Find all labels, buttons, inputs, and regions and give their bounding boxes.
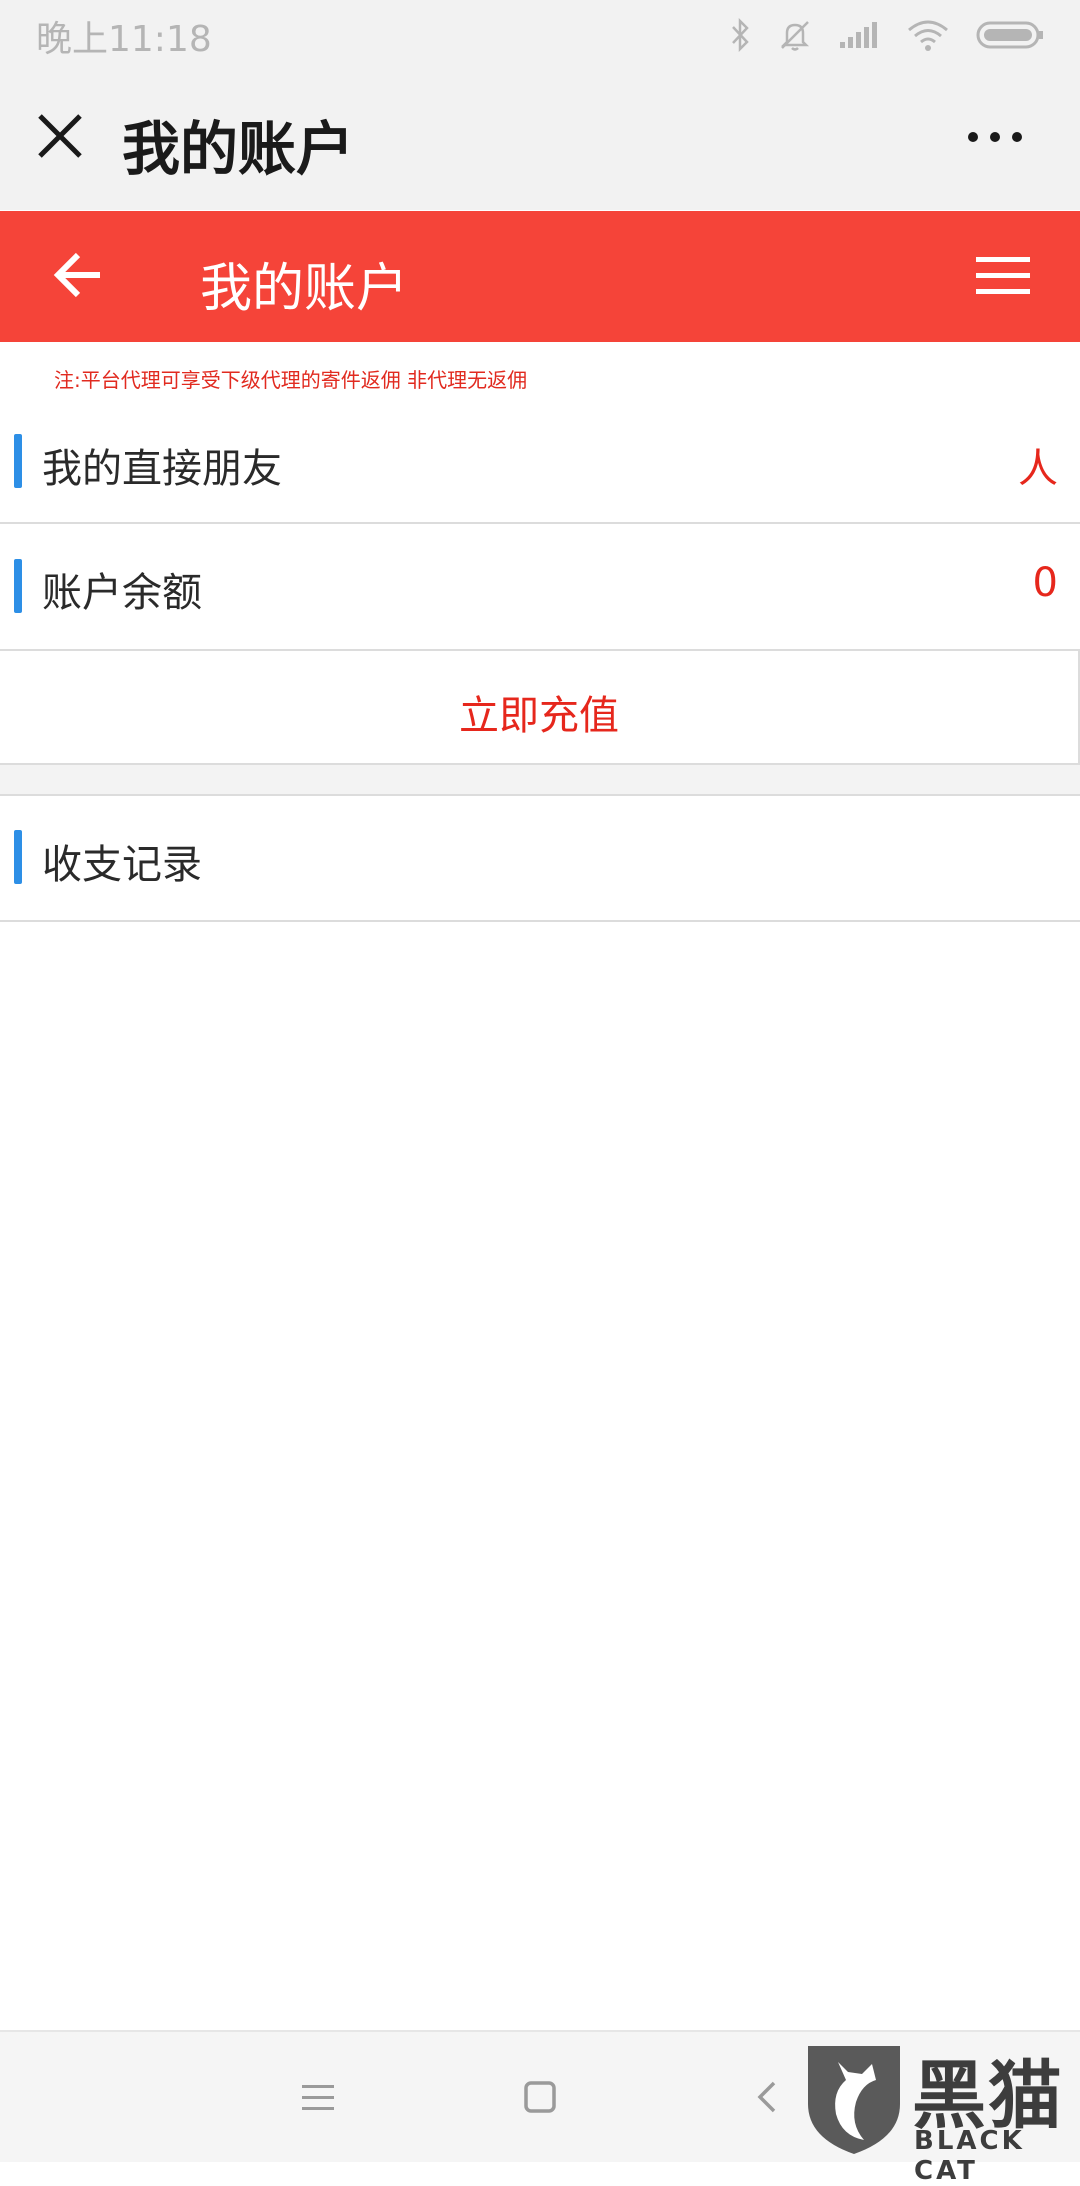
back-chevron-icon[interactable] xyxy=(748,2077,788,2117)
mute-bell-icon xyxy=(780,21,810,51)
status-bar: 晚上11:18 xyxy=(0,0,1080,70)
balance-label: 账户余额 xyxy=(42,570,202,616)
section-gap xyxy=(0,765,1080,796)
app-header-title: 我的账户 xyxy=(200,259,409,319)
balance-value: 0 xyxy=(1032,560,1058,606)
status-icons xyxy=(730,12,1044,58)
records-label: 收支记录 xyxy=(42,842,202,888)
menu-icon[interactable] xyxy=(976,255,1030,297)
webview-title: 我的账户 xyxy=(122,115,355,183)
close-icon[interactable] xyxy=(36,112,84,160)
watermark-en: BLACK CAT xyxy=(914,2126,1025,2186)
recharge-button[interactable]: 立即充值 xyxy=(0,651,1080,765)
accent-bar xyxy=(14,830,22,884)
friends-label: 我的直接朋友 xyxy=(42,446,282,492)
back-arrow-icon[interactable] xyxy=(52,249,104,301)
friends-row[interactable]: 我的直接朋友 人 xyxy=(0,398,1080,524)
home-square-icon[interactable] xyxy=(520,2077,560,2117)
cat-shield-icon xyxy=(808,2046,900,2154)
wifi-icon xyxy=(908,20,948,51)
status-time: 晚上11:18 xyxy=(36,19,212,60)
app-header: 我的账户 xyxy=(0,211,1080,342)
webview-title-bar: 我的账户 xyxy=(0,70,1080,210)
battery-icon xyxy=(976,21,1043,49)
friends-count: 人 xyxy=(1018,446,1058,492)
agent-note: 注:平台代理可享受下级代理的寄件返佣 非代理无返佣 xyxy=(54,368,528,392)
menu-icon[interactable] xyxy=(298,2077,338,2117)
accent-bar xyxy=(14,434,22,488)
recharge-label: 立即充值 xyxy=(459,693,619,739)
balance-row: 账户余额 0 xyxy=(0,524,1080,651)
accent-bar xyxy=(14,559,22,613)
black-cat-watermark: 黑猫 BLACK CAT xyxy=(802,2040,1076,2186)
bluetooth-icon xyxy=(732,18,749,52)
more-icon[interactable] xyxy=(966,130,1024,144)
records-row[interactable]: 收支记录 xyxy=(0,796,1080,922)
signal-icon xyxy=(840,22,877,48)
